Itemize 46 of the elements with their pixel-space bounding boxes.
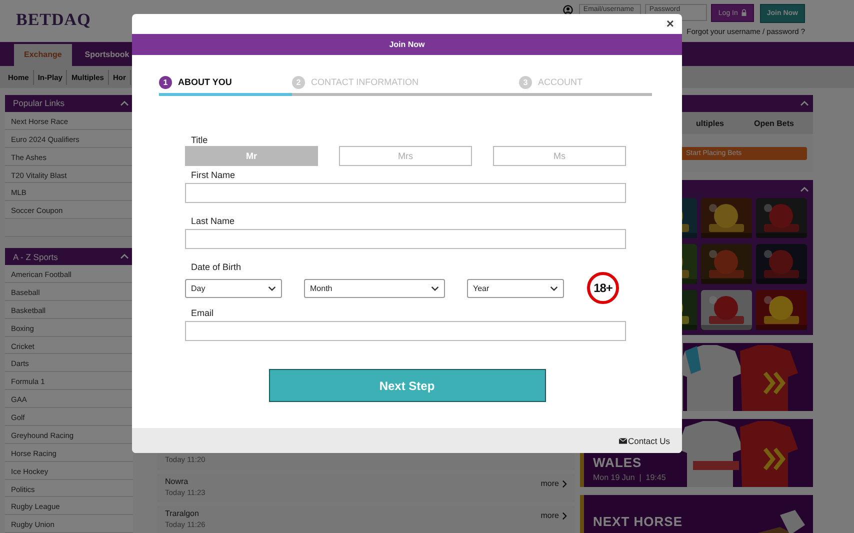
- field-label: First Name: [191, 170, 236, 180]
- event-name: Traralgon: [165, 509, 200, 518]
- step-number: 1: [159, 76, 172, 88]
- more-link[interactable]: more: [540, 511, 567, 520]
- section-title: A - Z Sports: [13, 252, 58, 262]
- input-field[interactable]: [185, 229, 626, 249]
- user-icon: [563, 5, 574, 15]
- caret-icon: [800, 186, 809, 192]
- dropdown[interactable]: Month: [304, 278, 445, 298]
- field-label: Email: [191, 308, 215, 318]
- banner-title: WALES: [593, 455, 643, 470]
- input-field[interactable]: [185, 321, 626, 341]
- dropdown[interactable]: Year: [467, 278, 564, 298]
- title-option[interactable]: Mrs: [339, 146, 472, 166]
- contact-link[interactable]: Contact Us: [618, 436, 670, 446]
- field-label: Last Name: [191, 216, 236, 226]
- title-option[interactable]: Ms: [493, 146, 626, 166]
- nav-tab[interactable]: Exchange: [14, 44, 72, 66]
- field-label: Date of Birth: [191, 262, 242, 272]
- chevron-icon: [431, 286, 439, 290]
- banner-date: Mon 19 Jun | 19:45: [593, 473, 666, 482]
- dialog-header: Join Now: [132, 34, 682, 55]
- caret-icon: [120, 100, 129, 107]
- field-label: Title: [191, 135, 209, 145]
- dropdown[interactable]: Day: [185, 278, 282, 298]
- event-name: Nowra: [165, 477, 190, 486]
- age-badge: 18+: [587, 272, 619, 304]
- next-step-button[interactable]: Next Step: [268, 369, 546, 402]
- chevron-icon: [268, 286, 276, 290]
- input-field[interactable]: [185, 183, 626, 203]
- betslip-tab[interactable]: Open Bets: [754, 118, 794, 128]
- more-link[interactable]: more: [540, 479, 567, 488]
- chevron-icon: [562, 512, 567, 520]
- section-header[interactable]: Popular Links: [5, 95, 133, 112]
- betslip-tab[interactable]: ultiples: [696, 118, 724, 128]
- section-title: Popular Links: [13, 98, 65, 108]
- section-header[interactable]: A - Z Sports: [5, 248, 133, 266]
- chevron-icon: [550, 286, 558, 290]
- lock-icon: [740, 9, 747, 17]
- mail-icon: [618, 438, 627, 444]
- banner-title: NEXT HORSE: [593, 514, 683, 529]
- logo[interactable]: BETDAQ: [0, 0, 91, 42]
- chevron-icon: [562, 480, 567, 488]
- caret-icon: [120, 253, 129, 260]
- caret-icon: [800, 100, 809, 107]
- step-tab[interactable]: 1 ABOUT YOU: [159, 76, 292, 88]
